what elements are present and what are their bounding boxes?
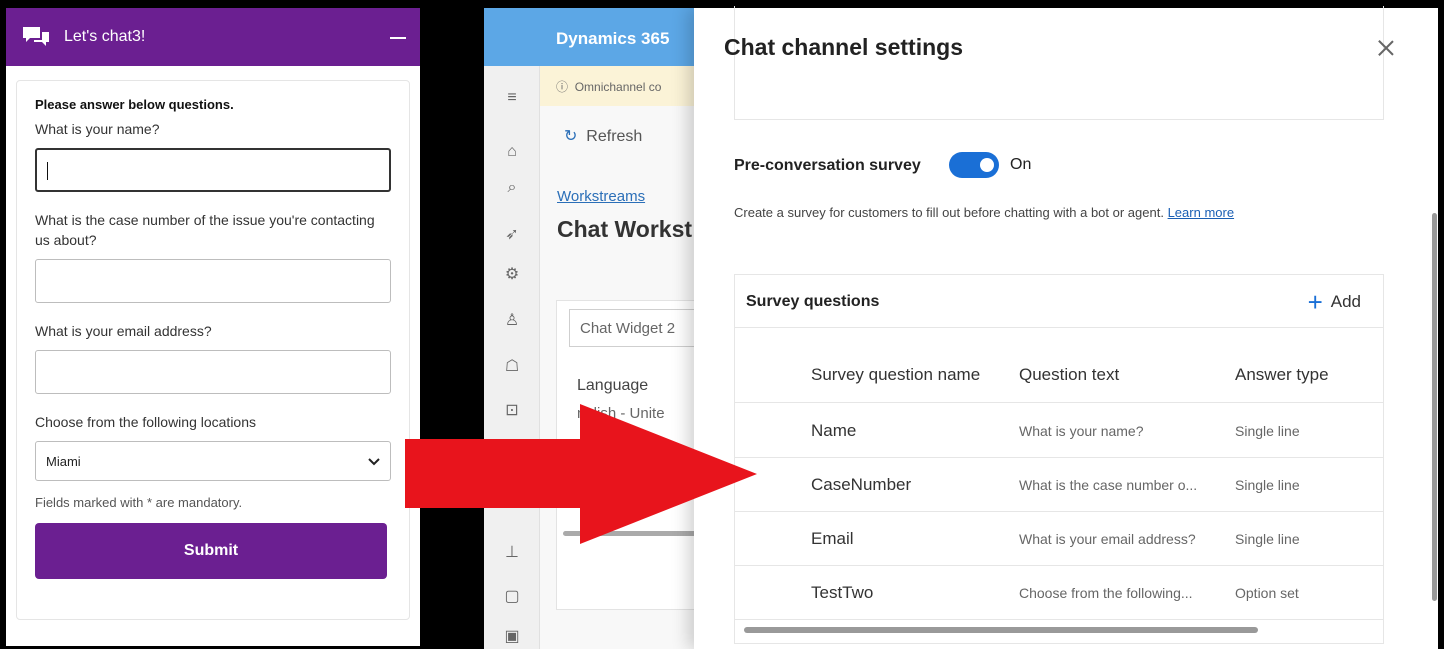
- app-title: Dynamics 365: [484, 8, 704, 66]
- dynamics-app: Dynamics 365 ≡ ⌂ ⌕ ➶ ⚙ ♙ ☖ ⊡ ⊥ ▢ ▣ ⓘ Omn…: [484, 8, 704, 649]
- horizontal-scrollbar[interactable]: [744, 627, 1258, 633]
- previous-section-box: [734, 6, 1384, 120]
- mandatory-note: Fields marked with * are mandatory.: [35, 495, 243, 510]
- row-question-text: What is your name?: [1019, 423, 1144, 439]
- text-caret: [47, 162, 48, 180]
- refresh-icon: ↻: [564, 128, 578, 145]
- row-answer-type: Single line: [1235, 477, 1300, 493]
- location-selected-value: Miami: [46, 453, 81, 469]
- row-question-text: What is the case number o...: [1019, 477, 1198, 493]
- home-icon[interactable]: ⌂: [502, 142, 522, 162]
- pre-survey-state: On: [1010, 156, 1032, 173]
- flow-icon[interactable]: ⊥: [502, 542, 522, 562]
- row-answer-type: Single line: [1235, 531, 1300, 547]
- panel-title: Chat channel settings: [724, 34, 963, 60]
- column-header-text[interactable]: Question text: [1019, 365, 1119, 385]
- banner-text: Omnichannel co: [574, 80, 662, 94]
- widget-name-field[interactable]: Chat Widget 2: [569, 309, 704, 347]
- row-question-name: Email: [811, 529, 854, 548]
- name-question-label: What is your name?: [35, 121, 160, 137]
- survey-questions-title: Survey questions: [746, 293, 880, 310]
- contact-icon[interactable]: ▣: [502, 626, 522, 646]
- minimize-icon[interactable]: [388, 27, 408, 47]
- chat-title: Let's chat3!: [64, 28, 146, 45]
- pre-chat-form: Please answer below questions. What is y…: [16, 80, 410, 620]
- search-icon[interactable]: ⌕: [502, 178, 522, 198]
- briefcase-icon[interactable]: ▢: [502, 586, 522, 606]
- chat-bubbles-icon: [22, 26, 50, 48]
- column-header-name[interactable]: Survey question name: [811, 365, 980, 385]
- survey-questions-section: Survey questions + Add Survey question n…: [734, 274, 1384, 644]
- add-question-button[interactable]: + Add: [1308, 289, 1361, 315]
- name-input[interactable]: [35, 148, 391, 192]
- chat-channel-settings-panel: Chat channel settings Pre-conversation s…: [694, 6, 1438, 649]
- learn-more-link[interactable]: Learn more: [1168, 205, 1234, 220]
- row-question-name: TestTwo: [811, 583, 874, 602]
- table-row[interactable]: TestTwo Choose from the following... Opt…: [735, 566, 1383, 620]
- table-header: Survey question name Question text Answe…: [735, 349, 1383, 403]
- info-banner: ⓘ Omnichannel co: [540, 66, 704, 106]
- description-text: Create a survey for customers to fill ou…: [734, 205, 1164, 220]
- pre-survey-description: Create a survey for customers to fill ou…: [734, 201, 1314, 224]
- chat-widget: Let's chat3! Please answer below questio…: [6, 8, 420, 646]
- nav-rail: ≡ ⌂ ⌕ ➶ ⚙ ♙ ☖ ⊡ ⊥ ▢ ▣: [484, 66, 540, 649]
- bot-icon[interactable]: ☖: [502, 356, 522, 376]
- language-label: Language: [577, 377, 649, 394]
- row-question-text: What is your email address?: [1019, 531, 1196, 547]
- chat-header: Let's chat3!: [6, 8, 420, 66]
- form-intro: Please answer below questions.: [35, 97, 234, 112]
- submit-button[interactable]: Submit: [35, 523, 387, 579]
- users-icon[interactable]: ♙: [502, 310, 522, 330]
- row-question-text: Choose from the following...: [1019, 585, 1193, 601]
- table-row[interactable]: CaseNumber What is the case number o... …: [735, 458, 1383, 512]
- info-icon: ⓘ: [556, 80, 569, 94]
- row-answer-type: Option set: [1235, 585, 1299, 601]
- hamburger-icon[interactable]: ≡: [502, 88, 522, 108]
- vertical-scrollbar[interactable]: [1432, 213, 1437, 601]
- email-question-label: What is your email address?: [35, 323, 212, 339]
- case-number-input[interactable]: [35, 259, 391, 303]
- case-number-question-label: What is the case number of the issue you…: [35, 212, 375, 248]
- chevron-down-icon: [368, 454, 380, 469]
- location-question-label: Choose from the following locations: [35, 414, 257, 430]
- add-label: Add: [1330, 292, 1361, 311]
- refresh-label: Refresh: [586, 128, 643, 145]
- gear-icon[interactable]: ⚙: [502, 264, 522, 284]
- close-icon[interactable]: [1376, 38, 1396, 58]
- rocket-icon[interactable]: ➶: [502, 224, 522, 244]
- row-question-name: Name: [811, 421, 857, 440]
- table-row[interactable]: Email What is your email address? Single…: [735, 512, 1383, 566]
- pre-survey-toggle[interactable]: [949, 152, 999, 178]
- row-question-name: CaseNumber: [811, 475, 912, 494]
- table-row[interactable]: Name What is your name? Single line: [735, 404, 1383, 458]
- page-title: Chat Workst: [557, 216, 693, 242]
- divider: [735, 327, 1383, 328]
- plus-icon: +: [1307, 287, 1323, 317]
- pre-survey-label: Pre-conversation survey: [734, 157, 921, 174]
- row-answer-type: Single line: [1235, 423, 1300, 439]
- location-select[interactable]: Miami: [35, 441, 391, 481]
- refresh-button[interactable]: ↻ Refresh: [564, 126, 642, 146]
- column-header-type[interactable]: Answer type: [1235, 365, 1329, 385]
- email-input[interactable]: [35, 350, 391, 394]
- breadcrumb-workstreams[interactable]: Workstreams: [557, 188, 645, 205]
- red-arrow-icon: [405, 404, 757, 544]
